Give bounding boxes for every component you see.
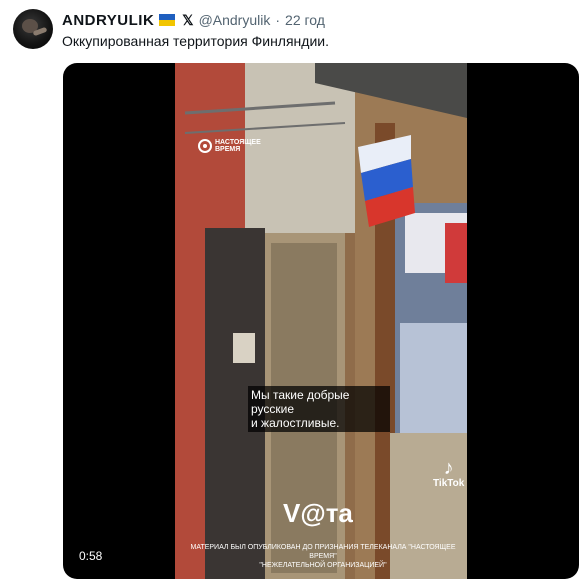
video-disclaimer: МАТЕРИАЛ БЫЛ ОПУБЛИКОВАН ДО ПРИЗНАНИЯ ТЕ…	[183, 543, 463, 570]
avatar[interactable]	[13, 9, 53, 49]
channel-name-line2: ВРЕМЯ	[215, 146, 241, 153]
x-logo-icon: 𝕏	[182, 11, 194, 28]
caption-line1: Мы такие добрые русские	[251, 388, 350, 416]
tweet-timestamp[interactable]: 22 год	[285, 12, 325, 28]
channel-name-line1: НАСТОЯЩЕЕ	[215, 139, 261, 146]
channel-name: НАСТОЯЩЕЕ ВРЕМЯ	[215, 139, 261, 153]
tiktok-icon: ♪	[443, 457, 454, 479]
tweet: ANDRYULIK 𝕏 @Andryulik · 22 год Оккупиро…	[0, 0, 588, 586]
separator-dot: ·	[275, 12, 281, 28]
ukraine-flag-icon	[159, 14, 176, 26]
tweet-header: ANDRYULIK 𝕏 @Andryulik · 22 год	[62, 10, 325, 30]
video-watermark: V@та	[283, 498, 353, 528]
tweet-text: Оккупированная территория Финляндии.	[62, 33, 329, 49]
tiktok-badge: ♪ TikTok	[433, 458, 464, 489]
disclaimer-line1: МАТЕРИАЛ БЫЛ ОПУБЛИКОВАН ДО ПРИЗНАНИЯ ТЕ…	[190, 544, 456, 560]
author-handle[interactable]: @Andryulik	[199, 12, 271, 28]
video-caption: Мы такие добрые русские и жалостливые.	[248, 386, 390, 432]
channel-logo-icon	[198, 139, 212, 153]
caption-line2: и жалостливые.	[251, 416, 340, 430]
video-duration: 0:58	[79, 549, 103, 563]
video-player[interactable]: НАСТОЯЩЕЕ ВРЕМЯ Мы такие добрые русские …	[63, 63, 579, 579]
tiktok-label: TikTok	[433, 478, 465, 489]
channel-badge: НАСТОЯЩЕЕ ВРЕМЯ	[198, 139, 261, 153]
author-name[interactable]: ANDRYULIK	[62, 12, 154, 29]
disclaimer-line2: "НЕЖЕЛАТЕЛЬНОЙ ОРГАНИЗАЦИЕЙ"	[259, 562, 387, 569]
